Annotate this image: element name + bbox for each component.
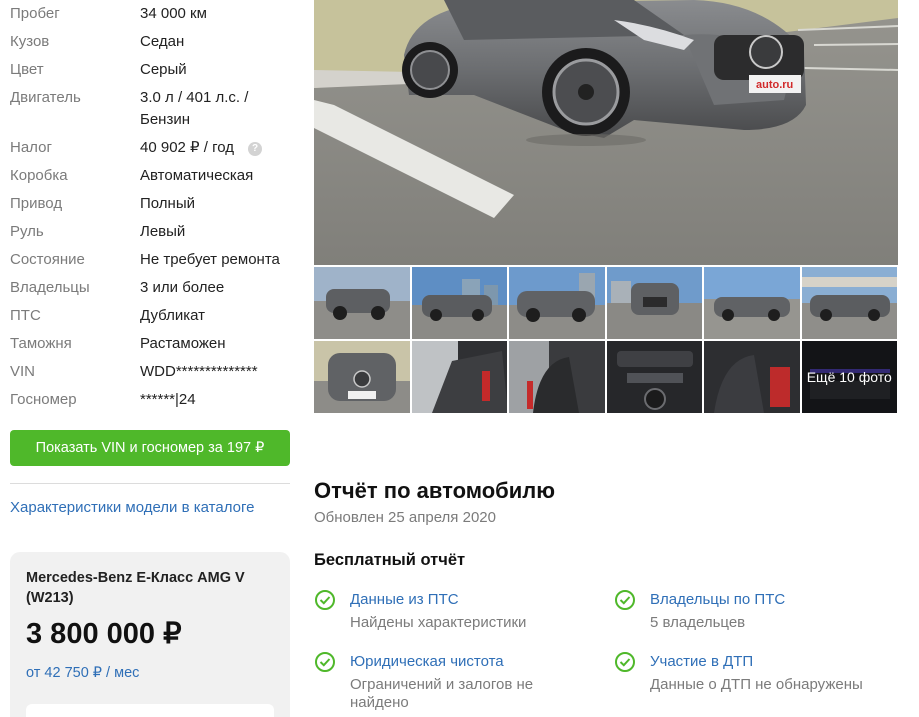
spec-row-transmission: Коробка Автоматическая	[10, 165, 300, 187]
thumbnail-image	[314, 267, 410, 339]
model-name: Mercedes-Benz E-Класс AMG V (W213)	[26, 570, 245, 606]
spec-row-drive: Привод Полный	[10, 193, 300, 215]
check-circle-icon	[615, 590, 635, 610]
thumbnail[interactable]	[509, 341, 605, 413]
spec-value: Серый	[140, 61, 187, 78]
spec-label: Привод	[10, 195, 63, 212]
report-item-desc: Данные о ДТП не обнаружены	[650, 676, 863, 693]
tax-value: 40 902 ₽ / год	[140, 139, 234, 156]
report-item-link[interactable]: Участие в ДТП	[650, 653, 753, 670]
spec-value: 3 или более	[140, 279, 225, 296]
spec-label: Состояние	[10, 251, 85, 268]
spec-value: Седан	[140, 33, 185, 50]
thumbnail[interactable]	[704, 341, 800, 413]
spec-row-plate: Госномер ******|24	[10, 389, 300, 411]
thumbnail-image	[411, 267, 507, 339]
spec-value: Автоматическая	[140, 167, 254, 184]
thumbnail[interactable]	[314, 341, 410, 413]
spec-label: ПТС	[10, 307, 41, 324]
spec-value: 3.0 л / 401 л.с. / Бензин	[140, 89, 249, 128]
spec-value-tax: 40 902 ₽ / год?	[140, 137, 295, 159]
photo-thumbnails: Ещё 10 фото	[314, 267, 898, 413]
thumbnail-image	[801, 267, 897, 339]
catalog-link[interactable]: Характеристики модели в каталоге	[10, 499, 254, 516]
spec-row-tax: Налог 40 902 ₽ / год?	[10, 137, 300, 159]
spec-label: Налог	[10, 139, 52, 156]
thumbnail-image	[606, 341, 702, 413]
thumbnail[interactable]	[801, 267, 897, 339]
plate-text: auto.ru	[756, 79, 793, 91]
more-photos-label[interactable]: Ещё 10 фото	[801, 341, 897, 413]
free-report-title: Бесплатный отчёт	[314, 551, 466, 569]
specs-list: Пробег 34 000 км Кузов Седан Цвет Серый …	[10, 0, 300, 417]
thumbnail[interactable]	[606, 341, 702, 413]
report-item-link[interactable]: Владельцы по ПТС	[650, 591, 785, 608]
spec-value: 34 000 км	[140, 5, 207, 22]
thumbnail-image	[606, 267, 702, 339]
spec-value: Растаможен	[140, 335, 226, 352]
spec-value: Не требует ремонта	[140, 251, 280, 268]
spec-value: Левый	[140, 223, 186, 240]
spec-value: Дубликат	[140, 307, 205, 324]
thumbnail[interactable]	[509, 267, 605, 339]
spec-label: Коробка	[10, 167, 68, 184]
spec-label: Пробег	[10, 5, 60, 22]
spec-row-mileage: Пробег 34 000 км	[10, 3, 300, 25]
spec-label: VIN	[10, 363, 36, 380]
report-item-desc: Найдены характеристики	[350, 614, 527, 631]
car-photo-illustration: auto.ru	[314, 0, 898, 265]
report-updated: Обновлен 25 апреля 2020	[314, 509, 496, 526]
report-item-link[interactable]: Юридическая чистота	[350, 653, 504, 670]
spec-row-owners: Владельцы 3 или более	[10, 277, 300, 299]
report-item-desc: 5 владельцев	[650, 614, 746, 631]
spec-value: WDD**************	[140, 363, 258, 380]
spec-row-condition: Состояние Не требует ремонта	[10, 249, 300, 271]
report-title: Отчёт по автомобилю	[314, 478, 556, 503]
thumbnail-image	[509, 267, 605, 339]
report-item-desc: Ограничений и залогов не найдено	[350, 676, 534, 711]
spec-value: Полный	[140, 195, 195, 212]
spec-row-vin: VIN WDD**************	[10, 361, 300, 383]
price: 3 800 000 ₽	[26, 618, 182, 650]
thumbnail[interactable]	[411, 341, 507, 413]
main-photo[interactable]: auto.ru	[314, 0, 898, 265]
divider	[10, 483, 290, 484]
thumbnail-more-photos[interactable]: Ещё 10 фото	[801, 341, 897, 413]
spec-label: Цвет	[10, 61, 44, 78]
spec-label: Кузов	[10, 33, 50, 50]
spec-label: Владельцы	[10, 279, 90, 296]
spec-label: Двигатель	[10, 89, 81, 106]
report-item-link[interactable]: Данные из ПТС	[350, 591, 459, 608]
thumbnail-image	[411, 341, 507, 413]
spec-row-body: Кузов Седан	[10, 31, 300, 53]
check-circle-icon	[315, 590, 335, 610]
thumbnail-image	[509, 341, 605, 413]
spec-row-steering: Руль Левый	[10, 221, 300, 243]
show-vin-button[interactable]: Показать VIN и госномер за 197 ₽	[10, 430, 290, 466]
check-circle-icon	[315, 652, 335, 672]
price-card: Mercedes-Benz E-Класс AMG V (W213) 3 800…	[10, 552, 290, 717]
thumbnail[interactable]	[606, 267, 702, 339]
spec-label: Таможня	[10, 335, 72, 352]
spec-value: ******|24	[140, 391, 196, 408]
thumbnail[interactable]	[704, 267, 800, 339]
thumbnail-image	[314, 341, 410, 413]
thumbnail[interactable]	[314, 267, 410, 339]
thumbnail-image	[704, 341, 800, 413]
thumbnail-image	[704, 267, 800, 339]
help-icon[interactable]: ?	[248, 142, 262, 156]
spec-row-color: Цвет Серый	[10, 59, 300, 81]
check-circle-icon	[615, 652, 635, 672]
credit-link[interactable]: от 42 750 ₽ / мес	[26, 665, 274, 681]
card-inner-panel	[26, 704, 274, 717]
spec-label: Госномер	[10, 391, 77, 408]
spec-row-engine: Двигатель 3.0 л / 401 л.с. / Бензин	[10, 87, 300, 131]
spec-row-pts: ПТС Дубликат	[10, 305, 300, 327]
spec-label: Руль	[10, 223, 44, 240]
thumbnail[interactable]	[411, 267, 507, 339]
spec-row-customs: Таможня Растаможен	[10, 333, 300, 355]
